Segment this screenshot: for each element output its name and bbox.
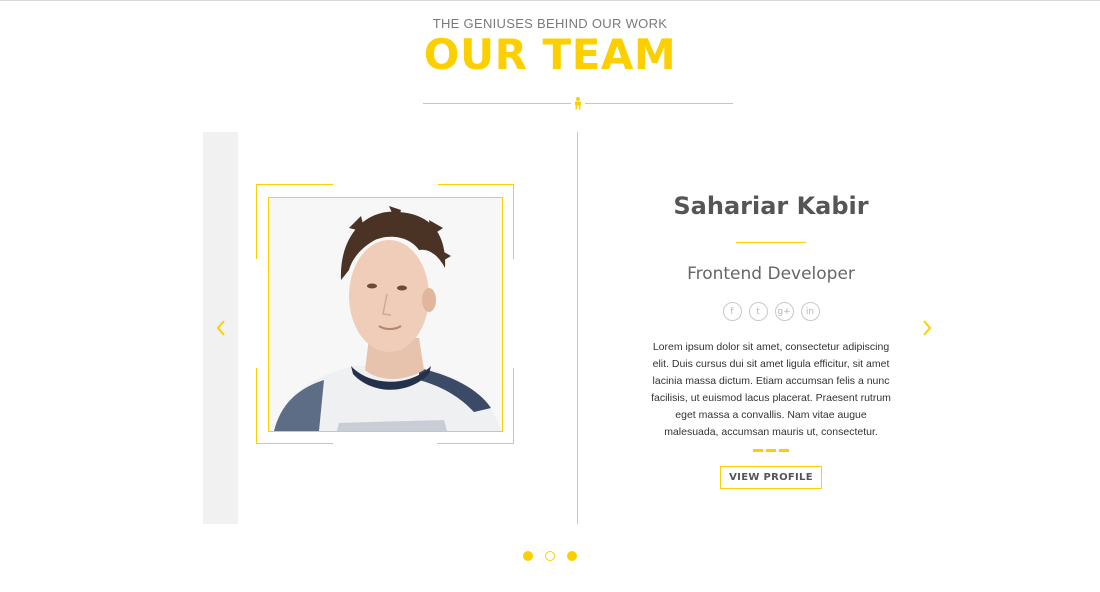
member-photo	[268, 197, 503, 432]
name-underline	[736, 242, 806, 243]
linkedin-icon[interactable]: in	[800, 302, 820, 321]
title-divider-left	[423, 103, 571, 104]
chevron-left-icon	[216, 320, 225, 336]
pagination-dot-1[interactable]	[523, 551, 533, 561]
twitter-icon[interactable]: t	[748, 302, 768, 321]
member-role: Frontend Developer	[687, 264, 855, 284]
team-slider: Sahariar Kabir Frontend Developer f t g+…	[203, 132, 943, 524]
section-header: THE GENIUSES BEHIND OUR WORK OUR TEAM	[0, 16, 1100, 77]
facebook-icon[interactable]: f	[722, 302, 742, 321]
top-border	[0, 0, 1100, 1]
figure-icon	[575, 97, 581, 110]
google-plus-icon[interactable]: g+	[774, 302, 794, 321]
section-eyebrow: THE GENIUSES BEHIND OUR WORK	[432, 16, 668, 31]
slider-pagination	[0, 551, 1100, 561]
slider-center-line	[577, 132, 578, 524]
member-name: Sahariar Kabir	[673, 192, 869, 220]
member-bio: Lorem ipsum dolor sit amet, consectetur …	[651, 341, 891, 438]
chevron-right-icon	[923, 320, 932, 336]
pagination-dot-3[interactable]	[567, 551, 577, 561]
bio-dashes	[753, 449, 789, 452]
view-profile-button[interactable]: VIEW PROFILE	[720, 466, 822, 489]
member-info: Sahariar Kabir Frontend Developer f t g+…	[643, 192, 899, 489]
slider-prev-button[interactable]	[211, 318, 231, 338]
pagination-dot-2[interactable]	[545, 551, 555, 561]
section-title: OUR TEAM	[423, 30, 677, 79]
slider-next-button[interactable]	[917, 318, 937, 338]
social-links: f t g+ in	[643, 302, 899, 321]
portrait-photo	[269, 198, 502, 431]
title-divider-right	[585, 103, 733, 104]
